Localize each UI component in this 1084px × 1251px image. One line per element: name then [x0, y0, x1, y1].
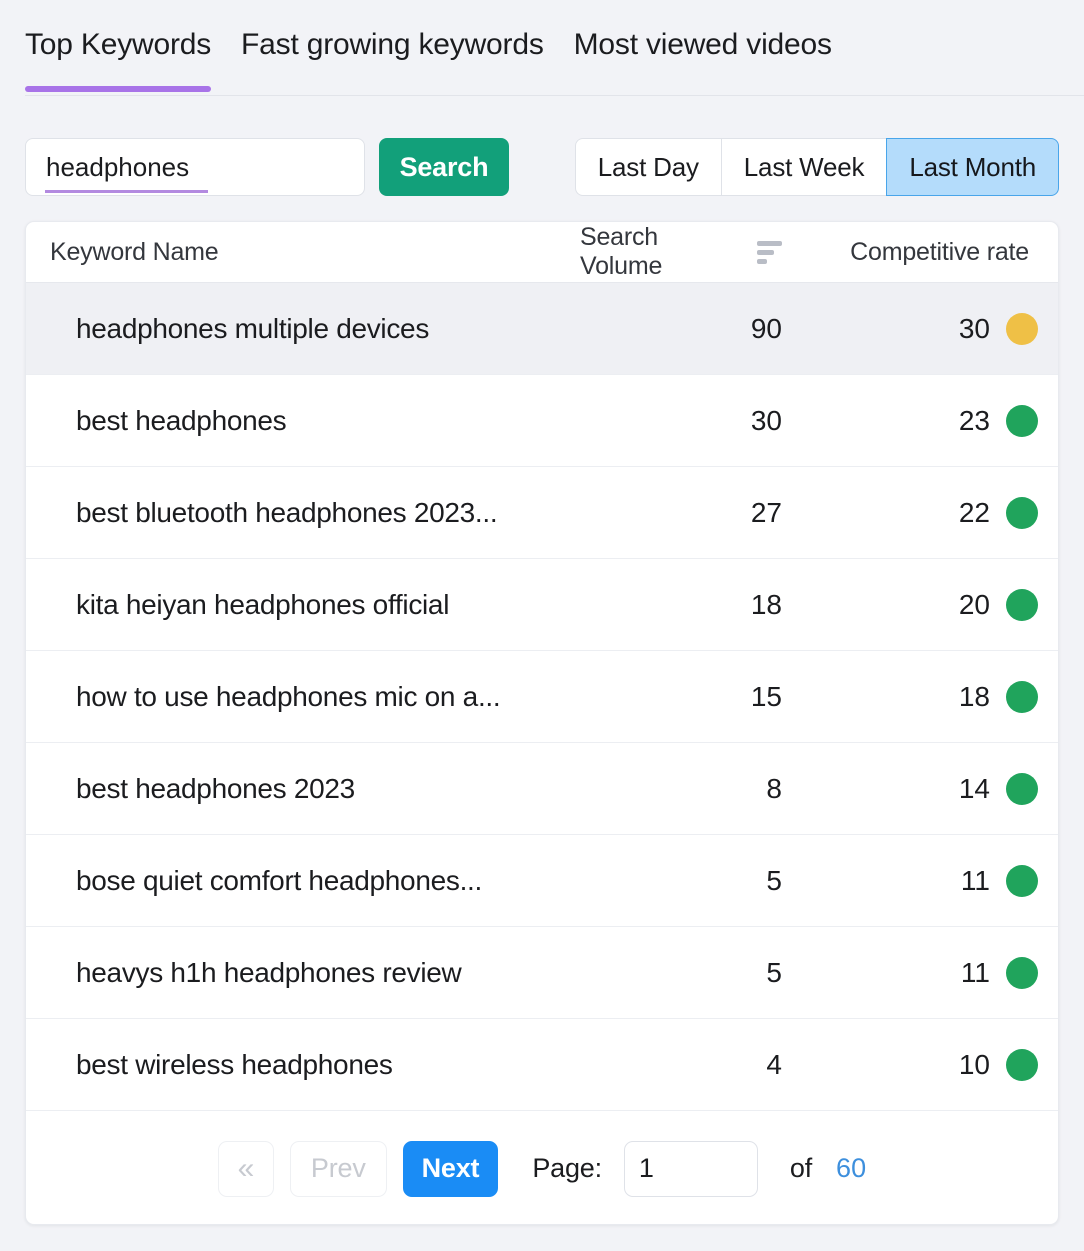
search-input[interactable] [25, 138, 365, 196]
range-option-last-week[interactable]: Last Week [721, 138, 887, 196]
competitive-rate-value: 11 [961, 957, 990, 989]
competitive-rate-status-dot [1006, 957, 1038, 989]
cell-keyword-name: best headphones [50, 405, 580, 437]
competitive-rate-status-dot [1006, 865, 1038, 897]
cell-keyword-name: headphones multiple devices [50, 313, 580, 345]
competitive-rate-status-dot [1006, 773, 1038, 805]
table-row[interactable]: best headphones30 23 [26, 375, 1058, 467]
table-row[interactable]: headphones multiple devices90 30 [26, 283, 1058, 375]
date-range-segmented-control: Last DayLast WeekLast Month [575, 138, 1059, 196]
cell-search-volume: 18 [580, 589, 782, 621]
cell-competitive-rate: 18 [782, 681, 1038, 713]
cell-competitive-rate: 14 [782, 773, 1038, 805]
table-row[interactable]: best headphones 20238 14 [26, 743, 1058, 835]
cell-keyword-name: heavys h1h headphones review [50, 957, 580, 989]
table-row[interactable]: how to use headphones mic on a...15 18 [26, 651, 1058, 743]
cell-search-volume: 27 [580, 497, 782, 529]
tab-list: Top Keywords Fast growing keywords Most vi… [25, 24, 832, 92]
competitive-rate-value: 11 [961, 865, 990, 897]
table-row[interactable]: heavys h1h headphones review5 11 [26, 927, 1058, 1019]
cell-keyword-name: how to use headphones mic on a... [50, 681, 580, 713]
page-label: Page: [532, 1153, 602, 1184]
range-option-last-day[interactable]: Last Day [575, 138, 721, 196]
cell-search-volume: 90 [580, 313, 782, 345]
cell-search-volume: 30 [580, 405, 782, 437]
column-header-keyword[interactable]: Keyword Name [50, 238, 580, 267]
tab-fast-growing-keywords[interactable]: Fast growing keywords [241, 24, 544, 92]
cell-keyword-name: kita heiyan headphones official [50, 589, 580, 621]
competitive-rate-status-dot [1006, 589, 1038, 621]
controls-row: Search Last DayLast WeekLast Month [25, 138, 1059, 196]
column-header-volume[interactable]: Search Volume [580, 223, 782, 281]
cell-competitive-rate: 11 [782, 957, 1038, 989]
table-body: headphones multiple devices9030best head… [26, 283, 1058, 1111]
range-option-last-month[interactable]: Last Month [886, 138, 1059, 196]
first-page-button[interactable]: « [218, 1141, 274, 1197]
page-of-label: of [790, 1153, 812, 1184]
column-header-competitive-rate[interactable]: Competitive rate [782, 238, 1038, 267]
prev-page-button[interactable]: Prev [290, 1141, 387, 1197]
next-page-button[interactable]: Next [403, 1141, 499, 1197]
cell-keyword-name: best wireless headphones [50, 1049, 580, 1081]
cell-competitive-rate: 20 [782, 589, 1038, 621]
sort-descending-icon[interactable] [757, 241, 782, 264]
cell-search-volume: 8 [580, 773, 782, 805]
keywords-table-card: Keyword Name Search Volume Competitive r… [25, 221, 1059, 1225]
page-number-input[interactable] [624, 1141, 758, 1197]
tab-most-viewed-videos[interactable]: Most viewed videos [574, 24, 832, 92]
total-pages-value: 60 [836, 1153, 866, 1184]
column-header-volume-label: Search Volume [580, 223, 744, 281]
competitive-rate-status-dot [1006, 681, 1038, 713]
tabs-bar: Top Keywords Fast growing keywords Most vi… [0, 24, 1084, 96]
competitive-rate-value: 18 [959, 681, 990, 713]
competitive-rate-value: 14 [959, 773, 990, 805]
competitive-rate-status-dot [1006, 1049, 1038, 1081]
table-header-row: Keyword Name Search Volume Competitive r… [26, 222, 1058, 283]
cell-search-volume: 5 [580, 957, 782, 989]
tab-top-keywords[interactable]: Top Keywords [25, 24, 211, 92]
cell-competitive-rate: 30 [782, 313, 1038, 345]
pagination: « Prev Next Page: of 60 [26, 1111, 1058, 1225]
competitive-rate-status-dot [1006, 313, 1038, 345]
cell-competitive-rate: 22 [782, 497, 1038, 529]
cell-search-volume: 15 [580, 681, 782, 713]
competitive-rate-status-dot [1006, 405, 1038, 437]
competitive-rate-value: 10 [959, 1049, 990, 1081]
search-button[interactable]: Search [379, 138, 509, 196]
cell-keyword-name: best bluetooth headphones 2023... [50, 497, 580, 529]
cell-keyword-name: best headphones 2023 [50, 773, 580, 805]
competitive-rate-value: 20 [959, 589, 990, 621]
competitive-rate-value: 30 [959, 313, 990, 345]
table-row[interactable]: best wireless headphones4 10 [26, 1019, 1058, 1111]
cell-competitive-rate: 23 [782, 405, 1038, 437]
competitive-rate-value: 22 [959, 497, 990, 529]
competitive-rate-status-dot [1006, 497, 1038, 529]
tabs-divider [25, 95, 1084, 96]
cell-competitive-rate: 10 [782, 1049, 1038, 1081]
table-row[interactable]: best bluetooth headphones 2023...27 22 [26, 467, 1058, 559]
table-row[interactable]: kita heiyan headphones official18 20 [26, 559, 1058, 651]
cell-keyword-name: bose quiet comfort headphones... [50, 865, 580, 897]
competitive-rate-value: 23 [959, 405, 990, 437]
cell-search-volume: 5 [580, 865, 782, 897]
cell-competitive-rate: 11 [782, 865, 1038, 897]
cell-search-volume: 4 [580, 1049, 782, 1081]
table-row[interactable]: bose quiet comfort headphones...5 11 [26, 835, 1058, 927]
